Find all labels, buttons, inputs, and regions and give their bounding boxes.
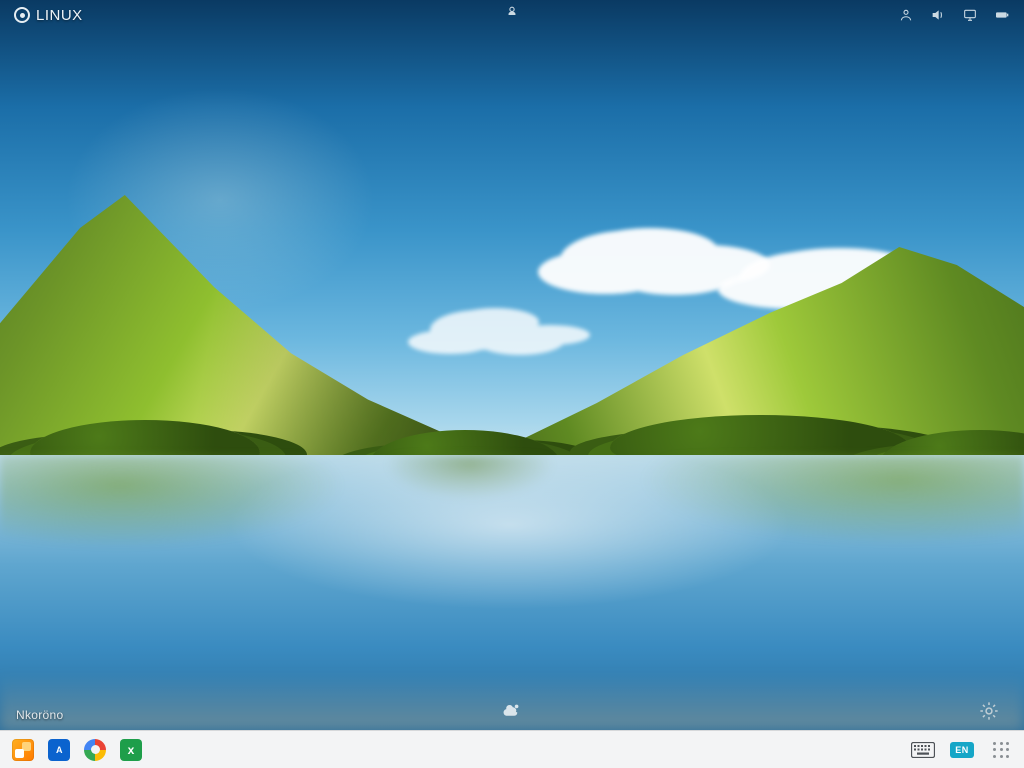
app-grid-dots [991, 740, 1011, 760]
os-brand[interactable]: Linux [14, 7, 83, 24]
browser-app[interactable] [82, 737, 108, 763]
cloud [560, 230, 710, 290]
taskbar-pinned-apps: A x [10, 737, 144, 763]
settings-icon[interactable] [978, 700, 1000, 722]
top-panel: Linux [0, 0, 1024, 30]
os-logo-icon [14, 7, 30, 23]
user-icon[interactable] [898, 7, 914, 23]
taskbar-status: EN [910, 737, 1014, 763]
app-grid-icon[interactable] [988, 737, 1014, 763]
taskbar: A x [0, 730, 1024, 768]
word-processor-app[interactable]: A [46, 737, 72, 763]
desktop-wallpaper: Nkoröno Linux [0, 0, 1024, 768]
system-tray [898, 7, 1010, 23]
cloud [430, 310, 530, 350]
spreadsheet-icon: x [120, 739, 142, 761]
battery-icon[interactable] [994, 7, 1010, 23]
network-icon[interactable] [962, 7, 978, 23]
browser-icon [84, 739, 106, 761]
word-processor-icon: A [48, 739, 70, 761]
keyboard-icon[interactable] [910, 737, 936, 763]
os-name: Linux [36, 7, 83, 24]
language-badge[interactable]: EN [950, 742, 974, 758]
files-icon [12, 739, 34, 761]
volume-icon[interactable] [930, 7, 946, 23]
watermark-text: Nkoröno [16, 708, 63, 722]
system-indicator-icon[interactable] [504, 4, 520, 20]
spreadsheet-app[interactable]: x [118, 737, 144, 763]
launcher-icon[interactable] [501, 700, 523, 722]
files-app[interactable] [10, 737, 36, 763]
